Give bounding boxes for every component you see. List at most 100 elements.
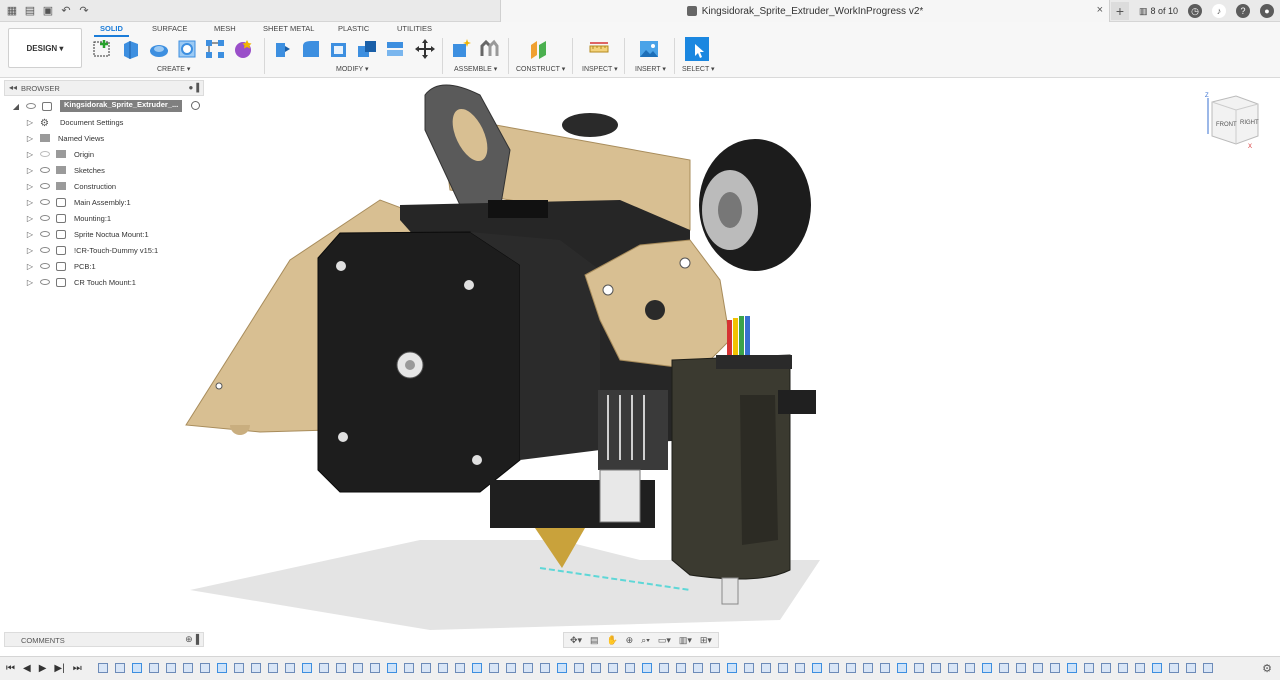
timeline-feature[interactable] [472, 663, 482, 673]
expand-icon[interactable]: ▷ [26, 166, 34, 175]
visibility-icon[interactable] [26, 103, 36, 109]
new-tab-button[interactable]: + [1110, 2, 1129, 20]
timeline-feature[interactable] [1203, 663, 1213, 673]
timeline-feature[interactable] [115, 663, 125, 673]
timeline-feature[interactable] [1135, 663, 1145, 673]
timeline-feature[interactable] [914, 663, 924, 673]
tab-surface[interactable]: SURFACE [152, 24, 187, 33]
timeline-feature[interactable] [268, 663, 278, 673]
joint-icon[interactable] [478, 38, 500, 60]
timeline-feature[interactable] [625, 663, 635, 673]
step-forward-icon[interactable]: ▶| [54, 663, 64, 674]
tab-solid[interactable]: SOLID [94, 24, 129, 37]
visibility-icon[interactable] [40, 183, 50, 189]
offset-plane-icon[interactable] [528, 38, 550, 60]
zoom-icon[interactable]: ⊕ [626, 635, 634, 646]
job-status-icon[interactable]: ◷ [1188, 4, 1202, 18]
timeline-feature[interactable] [166, 663, 176, 673]
orbit-icon[interactable]: ✥▾ [570, 635, 582, 646]
visibility-icon[interactable] [40, 231, 50, 237]
visibility-icon[interactable] [40, 279, 50, 285]
viewports-icon[interactable]: ⊞▾ [700, 635, 712, 646]
timeline-feature[interactable] [183, 663, 193, 673]
hole-icon[interactable] [176, 38, 198, 60]
document-tab[interactable]: Kingsidorak_Sprite_Extruder_WorkInProgre… [500, 0, 1110, 22]
timeline-feature[interactable] [1050, 663, 1060, 673]
timeline-feature[interactable] [421, 663, 431, 673]
visibility-icon[interactable] [40, 247, 50, 253]
press-pull-icon[interactable] [272, 38, 294, 60]
timeline-feature[interactable] [455, 663, 465, 673]
measure-icon[interactable] [588, 38, 610, 60]
timeline-feature[interactable] [438, 663, 448, 673]
tab-utilities[interactable]: UTILITIES [397, 24, 432, 33]
timeline-feature[interactable] [1067, 663, 1077, 673]
timeline-feature[interactable] [336, 663, 346, 673]
tab-sheet-metal[interactable]: SHEET METAL [263, 24, 314, 33]
timeline-feature[interactable] [761, 663, 771, 673]
timeline-feature[interactable] [710, 663, 720, 673]
fillet-icon[interactable] [300, 38, 322, 60]
apps-grid-icon[interactable]: ▦ [6, 5, 18, 17]
go-to-end-icon[interactable]: ⏭ [73, 663, 82, 674]
expand-icon[interactable]: ▷ [26, 182, 34, 191]
visibility-icon[interactable] [40, 167, 50, 173]
timeline-feature[interactable] [846, 663, 856, 673]
timeline-feature[interactable] [217, 663, 227, 673]
timeline-feature[interactable] [200, 663, 210, 673]
notifications-icon[interactable]: ♪ [1212, 4, 1226, 18]
timeline-feature[interactable] [812, 663, 822, 673]
combine-icon[interactable] [356, 38, 378, 60]
timeline-feature[interactable] [557, 663, 567, 673]
collapse-browser-icon[interactable]: ◂◂ [9, 83, 17, 92]
timeline-settings-icon[interactable]: ⚙ [1262, 662, 1272, 675]
timeline-feature[interactable] [948, 663, 958, 673]
timeline-feature[interactable] [489, 663, 499, 673]
timeline-feature[interactable] [795, 663, 805, 673]
timeline-feature[interactable] [319, 663, 329, 673]
step-back-icon[interactable]: ◀ [23, 663, 31, 674]
add-comment-icon[interactable]: ⊕▐ [185, 634, 199, 645]
play-icon[interactable]: ▶ [39, 663, 47, 674]
timeline-feature[interactable] [642, 663, 652, 673]
timeline-feature[interactable] [1169, 663, 1179, 673]
timeline-feature[interactable] [251, 663, 261, 673]
timeline-feature[interactable] [132, 663, 142, 673]
activate-icon[interactable] [191, 101, 200, 110]
timeline-feature[interactable] [931, 663, 941, 673]
timeline-feature[interactable] [727, 663, 737, 673]
timeline-feature[interactable] [897, 663, 907, 673]
timeline-feature[interactable] [1101, 663, 1111, 673]
timeline-feature[interactable] [149, 663, 159, 673]
expand-icon[interactable]: ▷ [26, 262, 34, 271]
visibility-icon[interactable] [40, 263, 50, 269]
tab-mesh[interactable]: MESH [214, 24, 236, 33]
browser-item[interactable]: ▷ Sprite Noctua Mount:1 [4, 226, 204, 242]
viewcube-front[interactable]: FRONT [1216, 122, 1237, 128]
timeline-feature[interactable] [404, 663, 414, 673]
timeline-feature[interactable] [353, 663, 363, 673]
expand-icon[interactable]: ▷ [26, 118, 34, 127]
timeline-feature[interactable] [829, 663, 839, 673]
group-create[interactable]: CREATE ▾ [157, 65, 190, 73]
browser-item[interactable]: ▷ ⚙ Document Settings [4, 114, 204, 130]
timeline-feature[interactable] [370, 663, 380, 673]
help-icon[interactable]: ? [1236, 4, 1250, 18]
grid-settings-icon[interactable]: ▥▾ [679, 635, 692, 646]
expand-icon[interactable]: ▷ [26, 278, 34, 287]
timeline-feature[interactable] [693, 663, 703, 673]
go-to-start-icon[interactable]: ⏮ [6, 663, 15, 674]
browser-item[interactable]: ▷ Main Assembly:1 [4, 194, 204, 210]
timeline-feature[interactable] [234, 663, 244, 673]
visibility-icon[interactable] [40, 199, 50, 205]
new-sketch-icon[interactable] [92, 38, 114, 60]
group-inspect[interactable]: INSPECT ▾ [582, 65, 618, 73]
file-menu-icon[interactable]: ▤ [24, 5, 36, 17]
move-icon[interactable] [414, 38, 436, 60]
save-icon[interactable]: ▣ [42, 5, 54, 17]
timeline-feature[interactable] [506, 663, 516, 673]
comments-panel[interactable]: COMMENTS ⊕▐ [4, 632, 204, 647]
browser-item[interactable]: ▷ Construction [4, 178, 204, 194]
timeline-feature[interactable] [1118, 663, 1128, 673]
timeline-feature[interactable] [982, 663, 992, 673]
